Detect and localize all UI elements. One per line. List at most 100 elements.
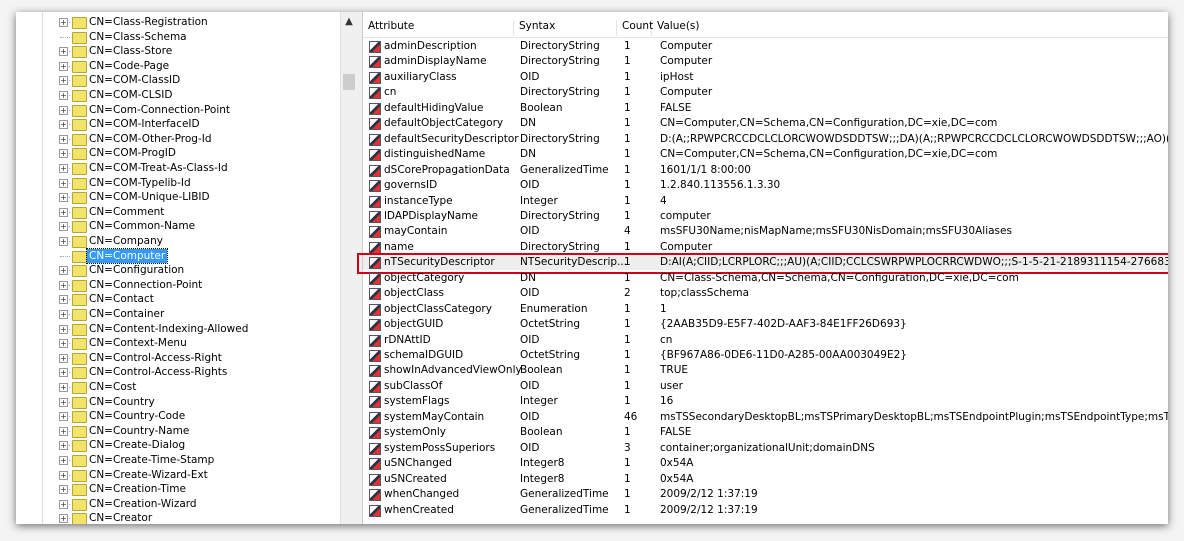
tree-item[interactable]: + CN=COM-InterfaceID xyxy=(43,117,343,132)
tree-item[interactable]: + CN=Class-Store xyxy=(43,44,343,59)
attribute-row[interactable]: defaultSecurityDescriptor DirectoryString… xyxy=(363,132,1168,147)
attribute-row[interactable]: objectCategory DN 1 CN=Class-Schema,CN=Sche… xyxy=(363,271,1168,286)
expand-icon[interactable]: + xyxy=(59,353,68,363)
tree-item[interactable]: + CN=Create-Dialog xyxy=(43,438,343,453)
tree-item[interactable]: CN=Class-Schema xyxy=(43,30,343,44)
attribute-row[interactable]: systemOnly Boolean 1 FALSE xyxy=(363,425,1168,440)
expand-icon[interactable]: + xyxy=(59,47,68,57)
tree-item[interactable]: + CN=Creation-Wizard xyxy=(43,497,343,511)
tree-item[interactable]: + CN=Control-Access-Right xyxy=(43,351,343,365)
attribute-row[interactable]: uSNCreated Integer8 1 0x54A xyxy=(363,472,1168,487)
expand-icon[interactable]: + xyxy=(59,470,68,480)
attribute-row[interactable]: uSNChanged Integer8 1 0x54A xyxy=(363,456,1168,471)
tree-item[interactable]: + CN=Common-Name xyxy=(43,219,343,234)
expand-icon[interactable]: + xyxy=(59,207,68,217)
expand-icon[interactable]: + xyxy=(59,120,68,130)
tree-item[interactable]: + CN=Code-Page xyxy=(43,59,343,73)
expand-icon[interactable]: + xyxy=(59,178,68,188)
expand-icon[interactable]: + xyxy=(59,193,68,203)
column-syntax[interactable]: Syntax xyxy=(514,20,617,36)
attribute-row[interactable]: schemaIDGUID OctetString 1 {BF967A86-0DE6-1… xyxy=(363,348,1168,363)
expand-icon[interactable]: + xyxy=(59,237,68,246)
tree-item[interactable]: + CN=Create-Wizard-Ext xyxy=(43,468,343,482)
tree-item[interactable]: + CN=Com-Connection-Point xyxy=(43,103,343,117)
tree-item[interactable]: + CN=Contact xyxy=(43,292,343,307)
tree-item[interactable]: + CN=Container xyxy=(43,307,343,321)
attribute-row[interactable]: objectClassCategory Enumeration 1 1 xyxy=(363,302,1168,317)
attribute-row[interactable]: adminDescription DirectoryString 1 Computer xyxy=(363,39,1168,54)
expand-icon[interactable]: + xyxy=(59,149,68,159)
tree-item[interactable]: + CN=Creation-Time xyxy=(43,482,343,497)
attribute-row[interactable]: mayContain OID 4 msSFU30Name;nisMapName;msS… xyxy=(363,224,1168,239)
attribute-row[interactable]: systemFlags Integer 1 16 xyxy=(363,394,1168,409)
attribute-row[interactable]: systemPossSuperiors OID 3 container;organiz… xyxy=(363,441,1168,456)
attribute-row[interactable]: adminDisplayName DirectoryString 1 Computer xyxy=(363,54,1168,69)
expand-icon[interactable]: + xyxy=(59,456,68,465)
attribute-row[interactable]: governsID OID 1 1.2.840.113556.1.3.30 xyxy=(363,178,1168,193)
tree-item[interactable]: + CN=Create-Time-Stamp xyxy=(43,453,343,467)
tree-item[interactable]: CN=Computer xyxy=(43,247,343,264)
expand-icon[interactable]: + xyxy=(59,514,68,524)
expand-icon[interactable]: + xyxy=(59,383,68,392)
expand-icon[interactable]: + xyxy=(59,134,68,144)
expand-icon[interactable]: + xyxy=(59,76,68,86)
tree-item[interactable]: + CN=Creator xyxy=(43,511,343,524)
tree-item[interactable]: + CN=COM-Treat-As-Class-Id xyxy=(43,161,343,175)
attribute-row[interactable]: defaultHidingValue Boolean 1 FALSE xyxy=(363,101,1168,116)
tree-item[interactable]: + CN=Company xyxy=(43,234,343,248)
tree-item[interactable]: + CN=COM-Other-Prog-Id xyxy=(43,132,343,146)
attribute-row[interactable]: cn DirectoryString 1 Computer xyxy=(363,85,1168,100)
expand-icon[interactable]: + xyxy=(59,18,68,27)
expand-icon[interactable]: + xyxy=(59,339,68,349)
expand-icon[interactable]: + xyxy=(59,222,68,232)
tree-item[interactable]: + CN=Country-Name xyxy=(43,424,343,438)
tree-item[interactable]: + CN=Class-Registration xyxy=(43,15,343,29)
tree-item[interactable]: + CN=Connection-Point xyxy=(43,278,343,292)
expand-icon[interactable]: + xyxy=(59,426,68,436)
tree-item[interactable]: + CN=Context-Menu xyxy=(43,336,343,351)
column-count[interactable]: Count xyxy=(617,20,653,36)
expand-icon[interactable]: + xyxy=(59,280,68,290)
expand-icon[interactable]: + xyxy=(59,441,68,451)
expand-icon[interactable]: + xyxy=(59,295,68,305)
attribute-row[interactable]: auxiliaryClass OID 1 ipHost xyxy=(363,70,1168,85)
tree-item[interactable]: + CN=COM-CLSID xyxy=(43,88,343,102)
expand-icon[interactable]: + xyxy=(59,266,68,276)
attribute-row[interactable]: objectGUID OctetString 1 {2AAB35D9-E5F7-402… xyxy=(363,317,1168,332)
expand-icon[interactable]: + xyxy=(59,91,68,100)
tree-scrollbar[interactable]: ▲ xyxy=(340,12,357,524)
attribute-row[interactable]: dSCorePropagationData GeneralizedTime 1 160… xyxy=(363,163,1168,178)
tree-item[interactable]: + CN=Country-Code xyxy=(43,409,343,424)
expand-icon[interactable]: + xyxy=(59,324,68,334)
tree-item[interactable]: + CN=COM-Unique-LIBID xyxy=(43,190,343,205)
tree-item[interactable]: + CN=Control-Access-Rights xyxy=(43,365,343,380)
tree-item[interactable]: + CN=Comment xyxy=(43,205,343,219)
attribute-row[interactable]: subClassOf OID 1 user xyxy=(363,379,1168,394)
expand-icon[interactable]: + xyxy=(59,368,68,378)
attribute-row[interactable]: defaultObjectCategory DN 1 CN=Computer,CN=S… xyxy=(363,116,1168,131)
expand-icon[interactable]: + xyxy=(59,105,68,115)
attribute-row[interactable]: distinguishedName DN 1 CN=Computer,CN=Schem… xyxy=(363,147,1168,162)
expand-icon[interactable]: + xyxy=(59,61,68,71)
expand-icon[interactable]: + xyxy=(59,412,68,422)
attribute-row[interactable]: lDAPDisplayName DirectoryString 1 computer xyxy=(363,209,1168,224)
expand-icon[interactable]: + xyxy=(59,164,68,173)
tree-item[interactable]: + CN=Cost xyxy=(43,380,343,394)
tree-item[interactable]: + CN=COM-ClassID xyxy=(43,73,343,88)
attribute-row[interactable]: instanceType Integer 1 4 xyxy=(363,194,1168,209)
column-values[interactable]: Value(s) xyxy=(652,20,1168,36)
column-attribute[interactable]: Attribute xyxy=(363,20,514,36)
expand-icon[interactable]: + xyxy=(59,499,68,509)
attribute-row[interactable]: whenChanged GeneralizedTime 1 2009/2/12 1:3… xyxy=(363,487,1168,502)
tree-item[interactable]: + CN=Content-Indexing-Allowed xyxy=(43,322,343,336)
attribute-row[interactable]: rDNAttID OID 1 cn xyxy=(363,333,1168,348)
scroll-thumb[interactable] xyxy=(343,74,355,90)
attribute-row[interactable]: whenCreated GeneralizedTime 1 2009/2/12 1:3… xyxy=(363,503,1168,518)
attribute-row[interactable]: systemMayContain OID 46 msTSSecondaryDeskto… xyxy=(363,410,1168,425)
expand-icon[interactable]: + xyxy=(59,485,68,495)
tree-item[interactable]: + CN=Configuration xyxy=(43,263,343,278)
tree-item[interactable]: + CN=COM-ProgID xyxy=(43,146,343,161)
expand-icon[interactable]: + xyxy=(59,397,68,407)
tree-item[interactable]: + CN=Country xyxy=(43,395,343,409)
scroll-up-icon[interactable]: ▲ xyxy=(341,16,357,27)
